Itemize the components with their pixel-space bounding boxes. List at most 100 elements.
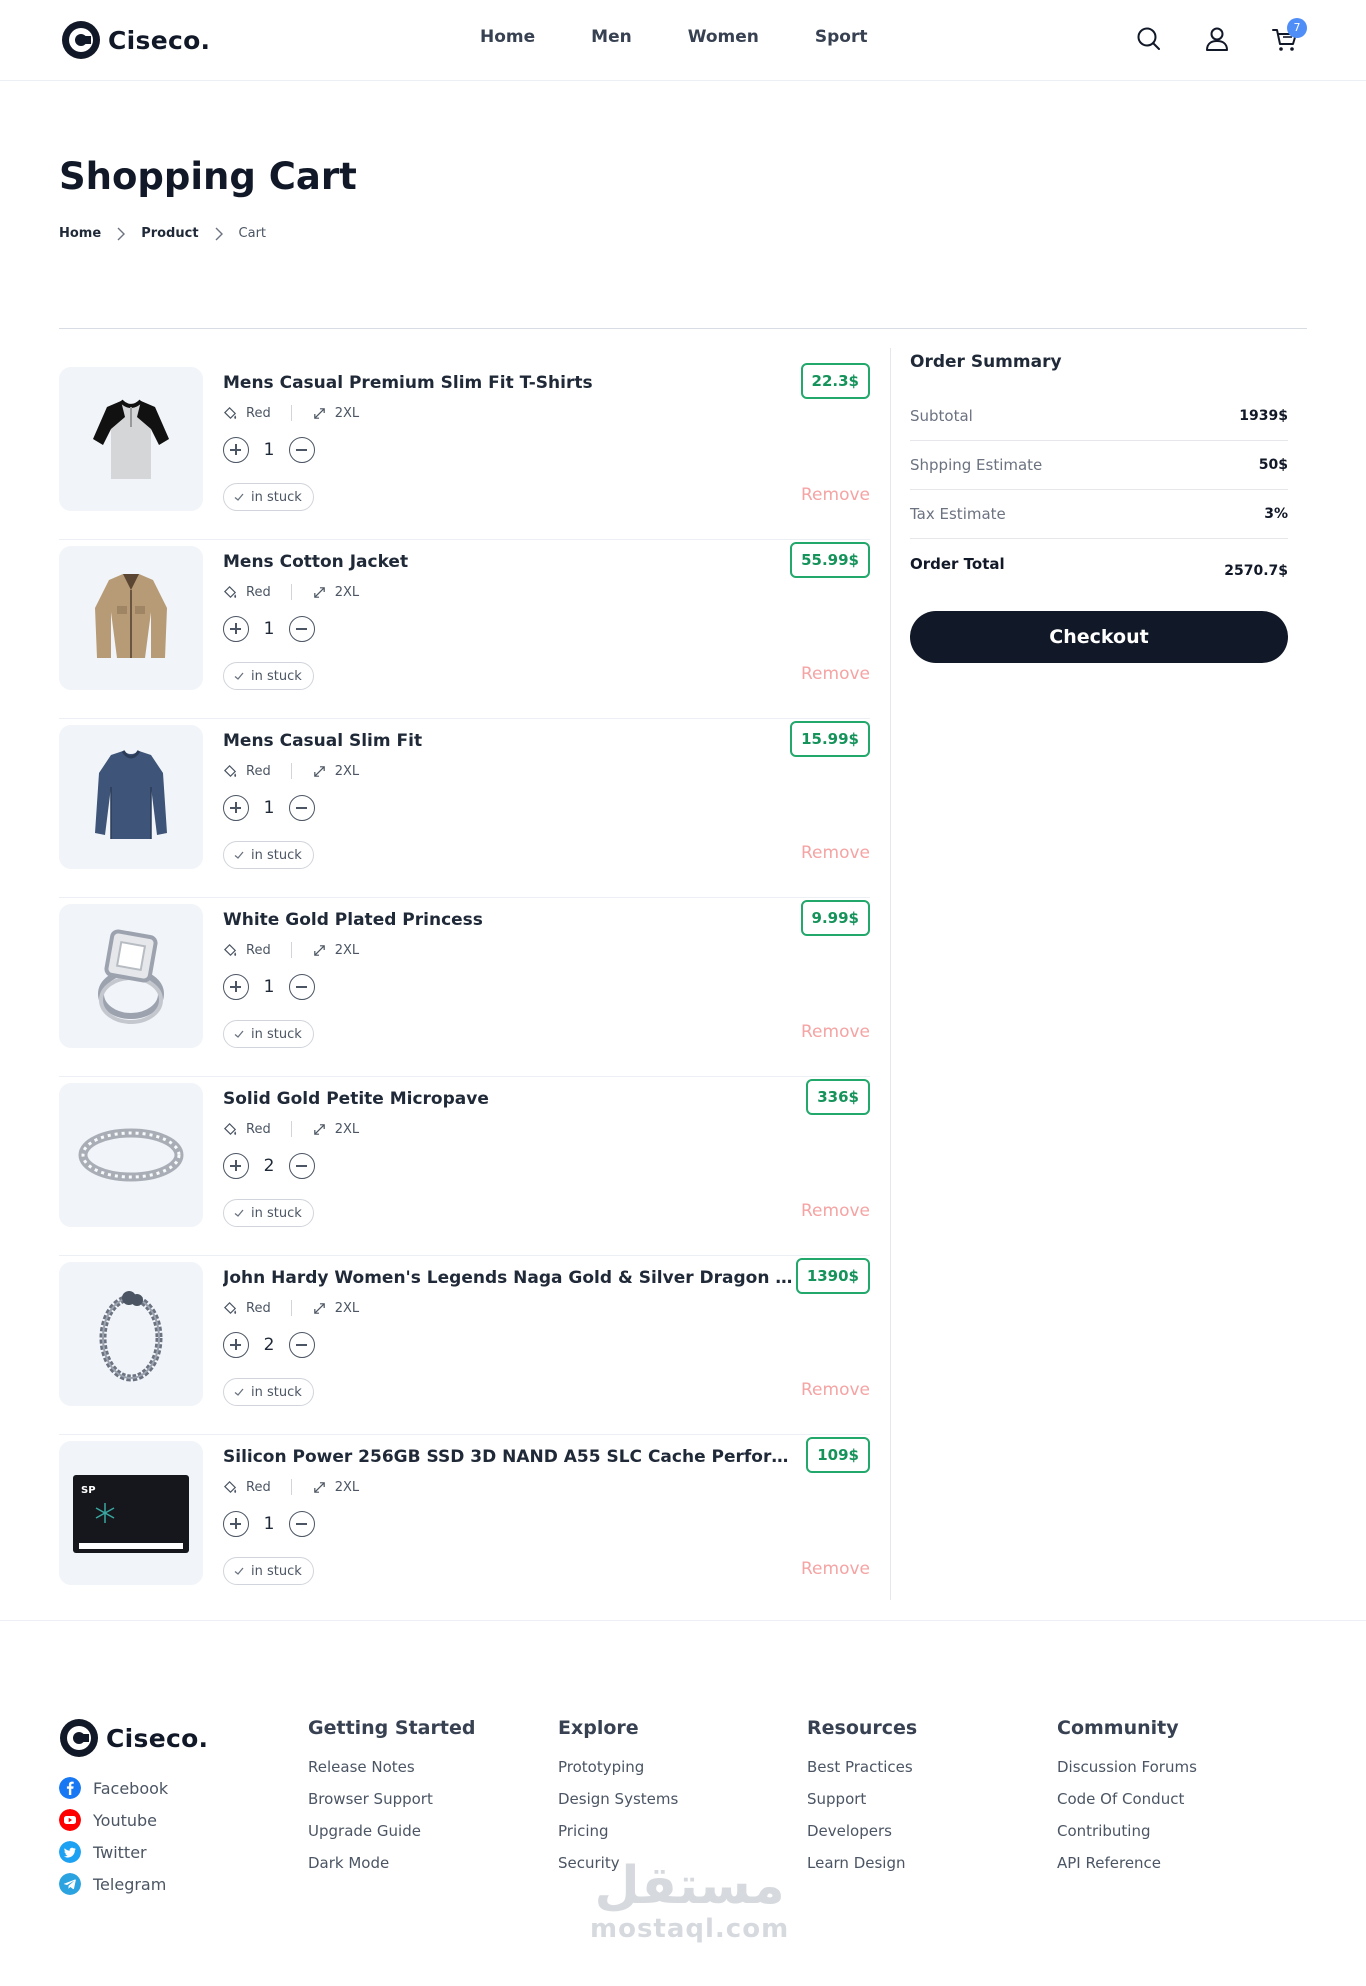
nav-women[interactable]: Women [688, 27, 759, 47]
plus-circle-icon[interactable] [223, 616, 249, 642]
product-price: 22.3$ [800, 363, 870, 399]
plus-circle-icon[interactable] [223, 1511, 249, 1537]
footer-link[interactable]: Code Of Conduct [1057, 1789, 1197, 1821]
product-image[interactable]: SP [59, 1441, 203, 1585]
footer-link[interactable]: Dark Mode [308, 1853, 475, 1885]
remove-button[interactable]: Remove [801, 1201, 870, 1221]
nav-home[interactable]: Home [480, 27, 535, 47]
social-youtube[interactable]: Youtube [59, 1804, 168, 1836]
footer-link[interactable]: Contributing [1057, 1821, 1197, 1853]
breadcrumb-product[interactable]: Product [141, 226, 198, 241]
minus-circle-icon[interactable] [289, 616, 315, 642]
social-twitter[interactable]: Twitter [59, 1836, 168, 1868]
logo-icon [60, 1719, 98, 1757]
remove-button[interactable]: Remove [801, 843, 870, 863]
minus-circle-icon[interactable] [289, 795, 315, 821]
stock-badge: in stuck [223, 1020, 314, 1048]
minus-circle-icon[interactable] [289, 974, 315, 1000]
minus-circle-icon[interactable] [289, 437, 315, 463]
footer-link[interactable]: Developers [807, 1821, 917, 1853]
stock-badge: in stuck [223, 662, 314, 690]
footer-link[interactable]: Design Systems [558, 1789, 678, 1821]
resize-arrows-icon [313, 944, 325, 956]
product-attributes: Red 2XL [223, 584, 359, 600]
product-image[interactable] [59, 1083, 203, 1227]
nav-men[interactable]: Men [591, 27, 632, 47]
remove-button[interactable]: Remove [801, 485, 870, 505]
footer-link[interactable]: Upgrade Guide [308, 1821, 475, 1853]
subtotal-row: Subtotal 1939$ [910, 392, 1288, 441]
footer-link[interactable]: API Reference [1057, 1853, 1197, 1885]
social-links: Facebook Youtube Twitter Telegram [59, 1772, 168, 1900]
footer-link[interactable]: Pricing [558, 1821, 678, 1853]
product-image[interactable] [59, 725, 203, 869]
remove-button[interactable]: Remove [801, 1559, 870, 1579]
plus-circle-icon[interactable] [223, 974, 249, 1000]
subtotal-label: Subtotal [910, 407, 973, 425]
footer-logo[interactable]: Ciseco. [60, 1719, 208, 1757]
product-image[interactable] [59, 904, 203, 1048]
cart-count-badge: 7 [1287, 18, 1307, 38]
social-telegram[interactable]: Telegram [59, 1868, 168, 1900]
order-summary-title: Order Summary [910, 352, 1062, 372]
remove-button[interactable]: Remove [801, 1022, 870, 1042]
minus-circle-icon[interactable] [289, 1332, 315, 1358]
product-attributes: Red 2XL [223, 1479, 359, 1495]
product-image[interactable] [59, 546, 203, 690]
product-image[interactable] [59, 1262, 203, 1406]
check-icon [234, 672, 244, 680]
brand-logo[interactable]: Ciseco. [62, 21, 210, 59]
cart-item: Solid Gold Petite Micropave Red 2XL 2 in… [59, 1077, 870, 1256]
nav-sport[interactable]: Sport [815, 27, 868, 47]
product-size-label: 2XL [334, 584, 360, 600]
check-icon [234, 1388, 244, 1396]
tax-value: 3% [1264, 506, 1288, 522]
footer-link[interactable]: Discussion Forums [1057, 1757, 1197, 1789]
product-name[interactable]: Solid Gold Petite Micropave [223, 1089, 793, 1109]
social-facebook[interactable]: Facebook [59, 1772, 168, 1804]
remove-button[interactable]: Remove [801, 1380, 870, 1400]
product-name[interactable]: Silicon Power 256GB SSD 3D NAND A55 SLC … [223, 1447, 793, 1467]
stock-badge: in stuck [223, 1378, 314, 1406]
product-name[interactable]: Mens Casual Slim Fit [223, 731, 793, 751]
footer-link[interactable]: Support [807, 1789, 917, 1821]
stock-badge: in stuck [223, 483, 314, 511]
footer-link[interactable]: Release Notes [308, 1757, 475, 1789]
quantity-value: 1 [263, 977, 275, 997]
remove-button[interactable]: Remove [801, 664, 870, 684]
product-name[interactable]: John Hardy Women's Legends Naga Gold & S… [223, 1268, 793, 1288]
minus-circle-icon[interactable] [289, 1153, 315, 1179]
plus-circle-icon[interactable] [223, 1332, 249, 1358]
product-color: Red [223, 1122, 271, 1137]
quantity-stepper: 2 [223, 1332, 315, 1358]
shipping-label: Shpping Estimate [910, 456, 1043, 474]
footer-link[interactable]: Learn Design [807, 1853, 917, 1885]
product-name[interactable]: Mens Casual Premium Slim Fit T-Shirts [223, 373, 793, 393]
search-icon[interactable] [1134, 24, 1164, 54]
product-attributes: Red 2XL [223, 405, 359, 421]
product-color-label: Red [246, 1121, 271, 1137]
stock-badge: in stuck [223, 1557, 314, 1585]
attribute-separator [290, 1479, 292, 1495]
order-total-label: Order Total [910, 555, 1005, 573]
watermark-arabic: مستقل [594, 1856, 785, 1916]
product-price: 9.99$ [800, 900, 870, 936]
product-name[interactable]: Mens Cotton Jacket [223, 552, 793, 572]
plus-circle-icon[interactable] [223, 1153, 249, 1179]
product-price: 109$ [806, 1437, 870, 1473]
product-size-label: 2XL [334, 1479, 360, 1495]
checkout-button[interactable]: Checkout [910, 611, 1288, 663]
breadcrumb-home[interactable]: Home [59, 226, 101, 241]
cart-item: Mens Cotton Jacket Red 2XL 1 in stuck 55… [59, 540, 870, 719]
minus-circle-icon[interactable] [289, 1511, 315, 1537]
footer-column-title: Community [1057, 1717, 1179, 1739]
footer-link[interactable]: Best Practices [807, 1757, 917, 1789]
product-image[interactable] [59, 367, 203, 511]
attribute-separator [290, 405, 292, 421]
footer-link[interactable]: Prototyping [558, 1757, 678, 1789]
product-name[interactable]: White Gold Plated Princess [223, 910, 793, 930]
footer-link[interactable]: Browser Support [308, 1789, 475, 1821]
plus-circle-icon[interactable] [223, 795, 249, 821]
user-icon[interactable] [1202, 24, 1232, 54]
plus-circle-icon[interactable] [223, 437, 249, 463]
